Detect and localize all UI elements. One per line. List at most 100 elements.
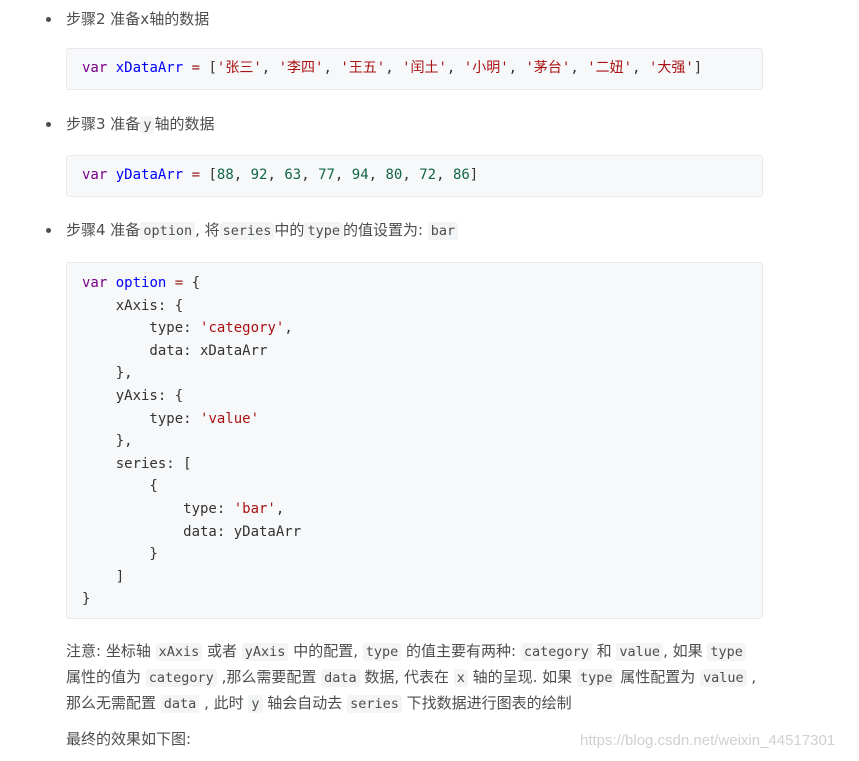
code-token: [	[200, 60, 217, 76]
code-block-option: var option = { xAxis: { type: 'category'…	[66, 262, 763, 619]
inline-code: type	[576, 669, 616, 687]
code-token: ,	[233, 167, 251, 183]
inline-code: y	[248, 695, 263, 713]
step4-item: 步骤4 准备 option, 将 series 中的 type 的值设置为: bar	[45, 218, 459, 243]
code-line: xAxis: {	[82, 295, 762, 318]
code-token: ,	[385, 60, 403, 76]
code-token: ,	[284, 320, 293, 337]
code-token: option	[115, 275, 167, 291]
code-line: type: 'value'	[82, 408, 762, 431]
note-text: 或者	[202, 642, 242, 660]
note-text: 轴会自动去	[262, 694, 348, 712]
code-token: ,	[368, 167, 386, 183]
inline-code: xAxis	[155, 643, 203, 661]
code-token: '二妞'	[587, 60, 633, 76]
code-token: 92	[250, 167, 268, 183]
code-token: ]	[693, 60, 703, 76]
inline-code: data	[160, 695, 200, 713]
code-token: },	[82, 433, 133, 450]
code-token: '李四'	[278, 60, 324, 76]
inline-code: type	[304, 222, 343, 240]
step3-text: 轴的数据	[154, 115, 215, 133]
note-text: 那么无需配置	[66, 694, 161, 712]
code-token: ,	[402, 167, 420, 183]
code-token: ]	[469, 167, 479, 183]
code-token: ,	[275, 500, 285, 517]
note-text: ,	[746, 668, 757, 686]
code-line: },	[82, 362, 762, 385]
note-text: 属性的值为	[66, 668, 146, 686]
code-block-xdata: var xDataArr = ['张三', '李四', '王五', '闰土', …	[66, 48, 763, 90]
inline-code: category	[145, 669, 217, 687]
inline-code: value	[616, 643, 664, 661]
code-token: series: [	[82, 455, 192, 472]
code-line: type: 'bar',	[82, 498, 762, 521]
inline-code: x	[453, 669, 468, 687]
code-token: =	[191, 60, 201, 76]
code-token: },	[82, 365, 133, 382]
code-token: 'bar'	[233, 500, 276, 517]
code-token: ,	[267, 167, 285, 183]
step3-item: 步骤3 准备 y 轴的数据	[45, 112, 215, 137]
code-token: {	[183, 275, 201, 291]
inline-code: series	[347, 695, 402, 713]
note-text: , 如果	[663, 642, 708, 660]
code-line: data: yDataArr	[82, 521, 762, 544]
code-token: 80	[385, 167, 403, 183]
inline-code: data	[321, 669, 360, 687]
code-token: 'value'	[200, 410, 260, 427]
code-token: ,	[301, 167, 319, 183]
code-line: ]	[82, 566, 762, 589]
code-token: 88	[216, 167, 234, 183]
code-line: data: xDataArr	[82, 340, 762, 363]
note-line: 那么无需配置 data , 此时 y 轴会自动去 series 下找数据进行图表…	[66, 690, 572, 717]
note-text: 的值主要有两种:	[401, 642, 521, 660]
code-token: ,	[436, 167, 453, 183]
code-token: [	[200, 167, 217, 183]
code-token: '闰土'	[402, 60, 447, 76]
inline-code: type	[362, 643, 402, 661]
note-line: 注意: 坐标轴 xAxis 或者 yAxis 中的配置, type 的值主要有两…	[66, 638, 746, 665]
code-token: ,	[323, 60, 341, 76]
note-text: 中的配置,	[288, 642, 363, 660]
note-text: 注意: 坐标轴	[66, 642, 156, 660]
code-line: type: 'category',	[82, 317, 762, 340]
step4-text: 中的	[274, 221, 305, 239]
code-block-ydata: var yDataArr = [88, 92, 63, 77, 94, 80, …	[66, 155, 763, 197]
code-token: }	[82, 546, 158, 563]
final-text: 最终的效果如下图:	[66, 730, 192, 748]
code-token: var	[82, 275, 108, 291]
code-token: 86	[452, 167, 470, 183]
code-token: 77	[318, 167, 335, 183]
code-line: series: [	[82, 453, 762, 476]
code-token: xDataArr	[115, 60, 184, 76]
inline-code: bar	[427, 222, 459, 240]
code-token: yAxis: {	[82, 387, 184, 404]
code-token: 63	[284, 167, 302, 183]
code-token: type:	[82, 320, 201, 337]
note-text: 和	[591, 642, 617, 660]
code-token: }	[82, 591, 91, 608]
note-text: 下找数据进行图表的绘制	[401, 694, 572, 712]
code-token: ,	[261, 60, 279, 76]
code-token: ,	[632, 60, 649, 76]
inline-code: category	[520, 643, 592, 661]
code-token: 94	[351, 167, 369, 183]
watermark: https://blog.csdn.net/weixin_44517301	[580, 732, 836, 749]
code-token: type:	[82, 500, 234, 517]
code-line: var yDataArr = [88, 92, 63, 77, 94, 80, …	[82, 164, 762, 187]
code-line: yAxis: {	[82, 385, 762, 408]
code-token: ,	[334, 167, 352, 183]
note-text: 属性配置为	[615, 668, 700, 686]
code-line: {	[82, 475, 762, 498]
code-line: },	[82, 430, 762, 453]
code-token: '王五'	[340, 60, 386, 76]
inline-code: type	[707, 643, 746, 661]
note-text: 数据, 代表在	[359, 668, 454, 686]
step4-text: 步骤4 准备	[66, 221, 141, 239]
code-token: '小明'	[463, 60, 509, 76]
